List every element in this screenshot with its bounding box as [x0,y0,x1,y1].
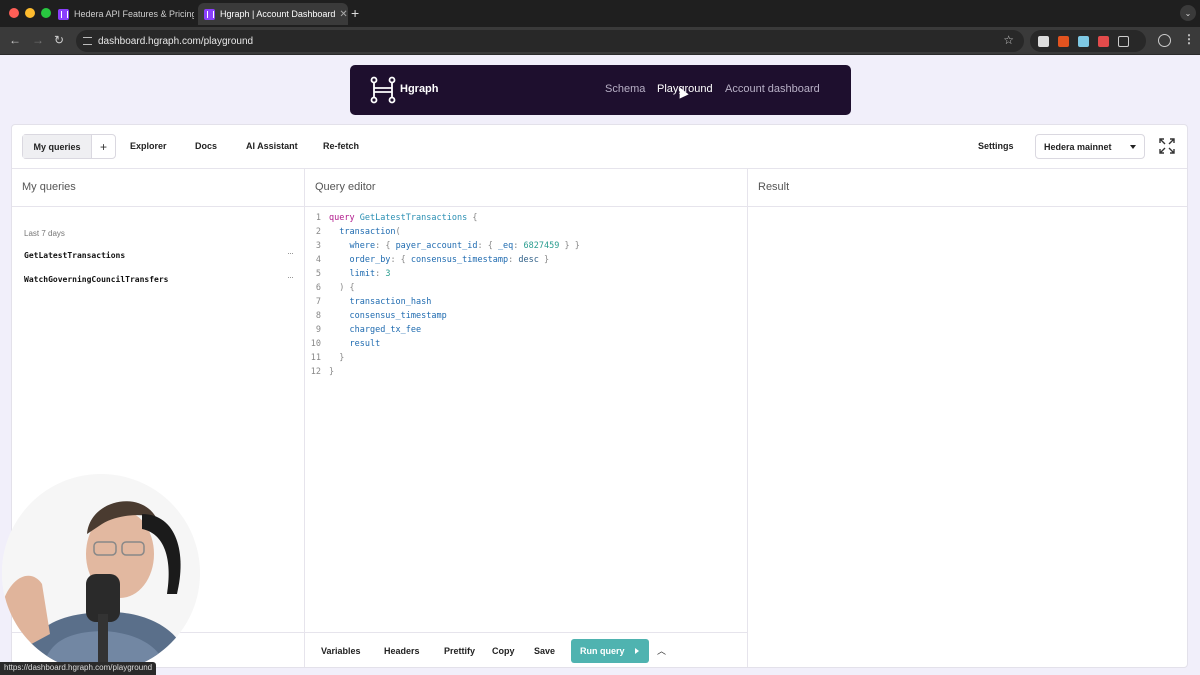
code-line: ) { [339,283,355,293]
section-label: Last 7 days [24,229,65,238]
minimize-window-button[interactable] [25,8,35,18]
maximize-window-button[interactable] [41,8,51,18]
line-number: 5 [315,269,321,279]
browser-menu-icon[interactable]: ⋮ [1183,32,1195,46]
close-tab-icon[interactable]: ✕ [335,9,347,20]
line-number: 7 [315,297,321,307]
line-number: 10 [310,339,321,349]
playground-toolbar: My queries + Explorer Docs AI Assistant … [12,125,1187,169]
metamask-icon[interactable] [1058,35,1069,47]
app-header: Hgraph Schema Playground Account dashboa… [350,65,851,115]
save-button[interactable]: Save [534,646,555,656]
close-window-button[interactable] [9,8,19,18]
line-number: 12 [310,367,321,377]
browser-tab-hedera[interactable]: Hedera API Features & Pricing ✕ [52,3,194,25]
query-editor-heading: Query editor [305,169,747,207]
code-line: consensus_timestamp [349,311,447,321]
saved-query-item[interactable]: GetLatestTransactions [24,251,125,260]
code-line: limit: 3 [349,269,391,279]
prettify-button[interactable]: Prettify [444,646,475,656]
result-heading: Result [748,169,1187,207]
network-select[interactable]: Hedera mainnet [1035,134,1145,159]
code-line: } [329,367,335,377]
line-number: 6 [315,283,321,293]
editor-action-bar: Variables Headers Prettify Copy Save Run… [305,632,748,667]
code-line: order_by: { consensus_timestamp: desc } [349,255,550,265]
extension-icon[interactable] [1078,35,1089,47]
headers-button[interactable]: Headers [384,646,420,656]
copy-button[interactable]: Copy [492,646,515,656]
ai-assistant-button[interactable]: AI Assistant [246,141,298,151]
my-queries-group: My queries + [22,134,116,159]
extensions-puzzle-icon[interactable] [1118,35,1129,47]
extension-icon[interactable] [1098,35,1109,47]
more-options-icon[interactable]: ··· [287,248,294,258]
refetch-button[interactable]: Re-fetch [323,141,359,151]
brand-name: Hgraph [400,83,439,95]
code-line: charged_tx_fee [349,325,422,335]
site-info-icon[interactable] [83,37,92,45]
variables-button[interactable]: Variables [321,646,361,656]
query-editor-column: Query editor 1 2 3 4 5 6 7 8 9 10 11 12 … [305,169,748,667]
code-line: transaction_hash [349,297,432,307]
tab-title: Hgraph | Account Dashboard [220,9,336,19]
result-column: Result [748,169,1187,667]
line-number: 3 [315,241,321,251]
profile-icon[interactable] [1158,34,1171,47]
tab-title: Hedera API Features & Pricing [74,9,194,19]
line-number: 8 [315,311,321,321]
link-status-bar: https://dashboard.hgraph.com/playground [0,662,157,675]
hgraph-favicon-icon [204,8,215,20]
browser-tab-hgraph[interactable]: Hgraph | Account Dashboard ✕ [198,3,348,25]
new-tab-icon[interactable]: + [351,5,359,21]
network-select-value: Hedera mainnet [1044,141,1112,152]
nav-schema[interactable]: Schema [605,83,645,95]
chevron-up-icon[interactable]: ︿ [657,644,666,657]
reload-icon[interactable]: ↻ [54,33,64,47]
fullscreen-icon[interactable] [1158,137,1176,155]
play-icon [635,648,639,654]
bookmark-star-icon[interactable]: ☆ [1003,33,1014,47]
code-line: result [349,339,381,349]
browser-toolbar: ← → ↻ dashboard.hgraph.com/playground ☆ … [0,27,1200,55]
code-line: transaction( [339,227,401,237]
webcam-presenter-image [2,474,200,672]
my-queries-button[interactable]: My queries [23,135,92,158]
my-queries-heading: My queries [12,169,304,207]
code-line: where: { payer_account_id: { _eq: 682745… [349,241,580,251]
address-text: dashboard.hgraph.com/playground [98,35,254,47]
back-icon[interactable]: ← [9,33,21,47]
line-number: 1 [315,213,321,223]
nav-account-dashboard[interactable]: Account dashboard [725,83,820,95]
browser-tab-bar: Hedera API Features & Pricing ✕ Hgraph |… [0,0,1200,27]
more-options-icon[interactable]: ··· [287,272,294,282]
run-query-button[interactable]: Run query [571,639,649,663]
line-number: 11 [310,353,321,363]
explorer-button[interactable]: Explorer [130,141,167,151]
settings-button[interactable]: Settings [978,141,1014,151]
hgraph-logo-icon[interactable] [370,76,396,104]
line-number: 9 [315,325,321,335]
forward-icon[interactable]: → [32,33,44,47]
line-number: 4 [315,255,321,265]
address-bar[interactable]: dashboard.hgraph.com/playground ☆ [76,30,1024,52]
line-number: 2 [315,227,321,237]
run-query-label: Run query [580,646,625,656]
tab-search-icon[interactable]: ⌄ [1180,5,1196,21]
code-line: } [339,353,345,363]
extension-icon[interactable] [1038,35,1049,47]
add-query-button[interactable]: + [92,135,115,158]
hgraph-favicon-icon [58,8,69,20]
window-controls [9,8,51,18]
saved-query-item[interactable]: WatchGoverningCouncilTransfers [24,275,169,284]
chevron-down-icon [1130,145,1136,149]
docs-button[interactable]: Docs [195,141,217,151]
code-line: query GetLatestTransactions { [329,213,478,223]
extensions-area [1030,30,1146,52]
